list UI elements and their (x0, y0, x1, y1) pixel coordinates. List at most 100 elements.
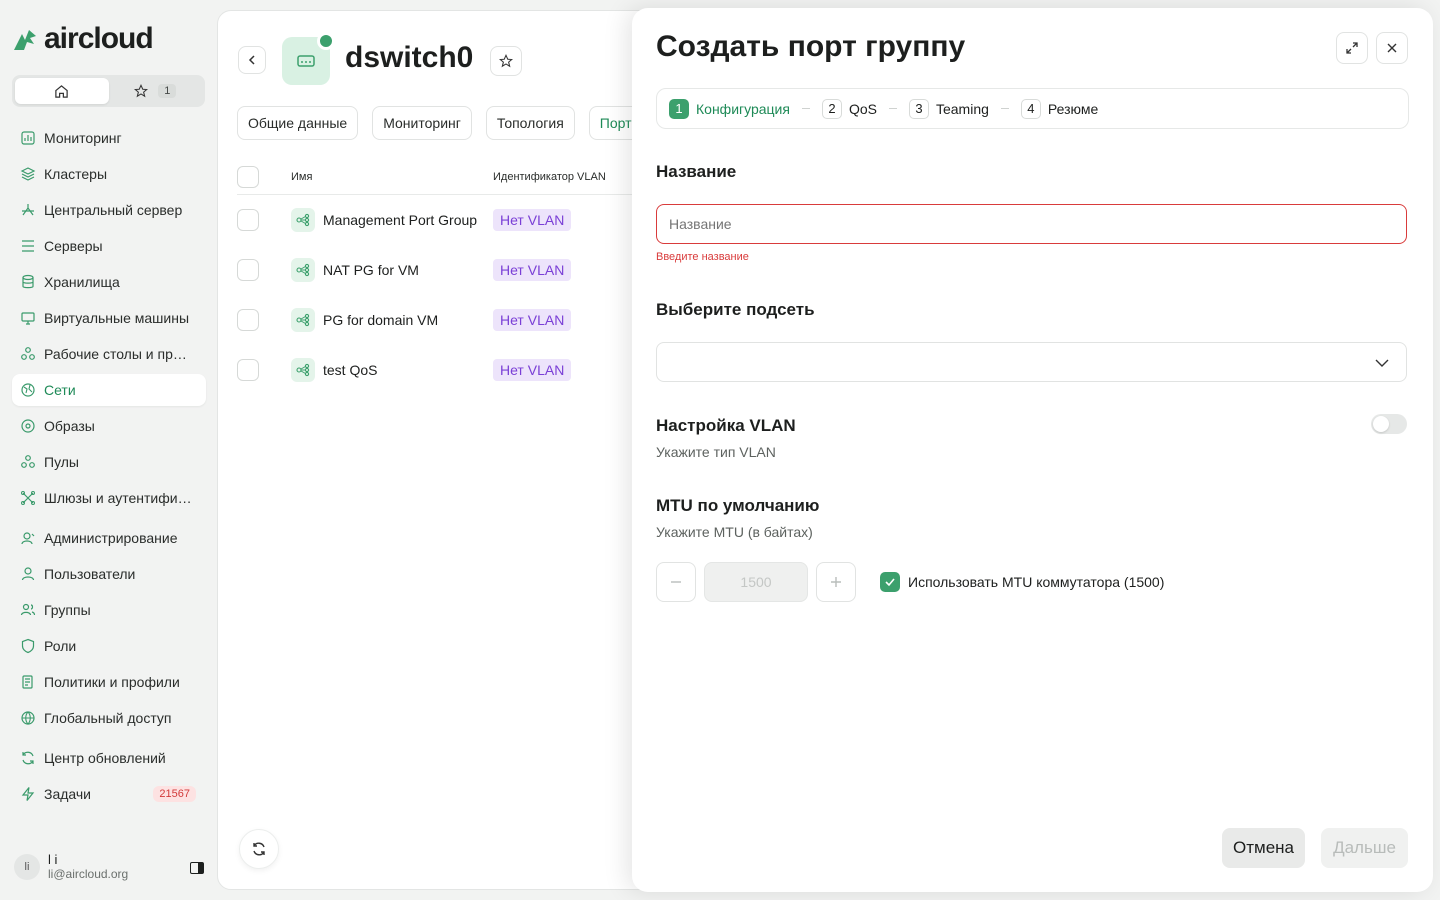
sidebar-item-2[interactable]: Центральный сервер (12, 194, 206, 226)
tab-monitoring[interactable]: Мониторинг (372, 106, 472, 140)
sidebar-item-13[interactable]: Группы (12, 594, 206, 626)
row-checkbox[interactable] (237, 209, 259, 231)
port-group-name[interactable]: Management Port Group (323, 212, 493, 228)
step-number: 1 (669, 98, 689, 119)
chevron-down-icon (1375, 359, 1389, 367)
globe-icon (21, 711, 35, 725)
toggle-knob (1373, 416, 1389, 432)
chart-icon (21, 131, 35, 145)
sidebar-item-8[interactable]: Образы (12, 410, 206, 442)
sidebar-item-label: Политики и профили (44, 674, 180, 690)
sidebar-item-12[interactable]: Пользователи (12, 558, 206, 590)
step-separator (1000, 108, 1009, 109)
refresh-button[interactable] (239, 829, 279, 869)
star-icon (499, 54, 513, 68)
row-checkbox[interactable] (237, 359, 259, 381)
sidebar-item-label: Шлюзы и аутентифика... (44, 490, 194, 506)
brand-name: aircloud (44, 22, 154, 55)
shield-icon (21, 638, 35, 654)
sidebar-item-9[interactable]: Пулы (12, 446, 206, 478)
sidebar-item-15[interactable]: Политики и профили (12, 666, 206, 698)
vlan-section-title: Настройка VLAN (656, 416, 796, 435)
mtu-section-subtitle: Укажите MTU (в байтах) (656, 524, 813, 540)
port-group-name[interactable]: NAT PG for VM (323, 262, 493, 278)
create-port-group-drawer: Создать порт группу 1 Конфигурация 2 QoS 3 Te… (632, 8, 1433, 892)
sidebar-item-label: Группы (44, 602, 91, 618)
column-header-name[interactable]: Имя (291, 171, 493, 183)
port-group-name[interactable]: PG for domain VM (323, 312, 493, 328)
sidebar-item-10[interactable]: Шлюзы и аутентифика... (12, 482, 206, 514)
use-switch-mtu-checkbox[interactable]: Использовать MTU коммутатора (1500) (880, 572, 1164, 592)
tab-general[interactable]: Общие данные (237, 106, 359, 140)
checkbox-checked[interactable] (880, 572, 900, 592)
server-icon (22, 240, 34, 252)
sidebar-item-14[interactable]: Роли (12, 630, 206, 662)
hierarchy-icon (22, 204, 34, 216)
network-icon (21, 383, 35, 397)
sidebar-item-17[interactable]: Центр обновлений (12, 742, 206, 774)
back-button[interactable] (238, 46, 266, 74)
vlan-toggle[interactable] (1371, 414, 1407, 434)
sidebar-item-label: Хранилища (44, 274, 120, 290)
select-all-checkbox[interactable] (237, 165, 259, 188)
name-input[interactable] (656, 204, 1407, 244)
page-tabs: Общие данные Мониторинг Топология Порт г (237, 106, 652, 140)
vlan-badge: Нет VLAN (493, 309, 572, 331)
row-checkbox[interactable] (237, 309, 259, 331)
mtu-decrement-button[interactable] (656, 562, 696, 602)
disc-icon (21, 419, 35, 433)
close-icon (1387, 43, 1397, 53)
user-profile[interactable]: li l i li@aircloud.org (14, 852, 204, 881)
logo[interactable]: aircloud (10, 22, 154, 56)
next-button[interactable]: Дальше (1321, 828, 1408, 868)
sidebar-item-5[interactable]: Виртуальные машины (12, 302, 206, 334)
step-number: 4 (1020, 98, 1041, 119)
sidebar-item-label: Пулы (44, 454, 79, 470)
step-4[interactable]: 4 Резюме (1020, 98, 1099, 119)
sidebar-toggle-icon[interactable] (190, 862, 204, 874)
step-label: Резюме (1047, 100, 1099, 117)
column-header-vlan[interactable]: Идентификатор VLAN (493, 171, 606, 183)
step-label: Конфигурация (696, 100, 790, 117)
tab-topology[interactable]: Топология (485, 106, 575, 140)
sidebar-item-6[interactable]: Рабочие столы и прил... (12, 338, 206, 370)
admin-icon (21, 532, 35, 545)
sidebar-item-18[interactable]: Задачи 21567 (12, 778, 206, 810)
vlan-badge: Нет VLAN (493, 359, 572, 381)
sidebar-item-11[interactable]: Администрирование (12, 522, 206, 554)
sidebar-item-0[interactable]: Мониторинг (12, 122, 206, 154)
plus-icon (831, 577, 841, 587)
sidebar-item-4[interactable]: Хранилища (12, 266, 206, 298)
step-2[interactable]: 2 QoS (821, 98, 877, 119)
port-group-name[interactable]: test QoS (323, 362, 493, 378)
favorite-button[interactable] (490, 46, 522, 76)
mtu-input[interactable]: 1500 (704, 562, 808, 602)
sidebar-item-3[interactable]: Серверы (12, 230, 206, 262)
step-number: 2 (821, 98, 842, 119)
gateway-icon (21, 491, 35, 505)
sidebar-item-1[interactable]: Кластеры (12, 158, 206, 190)
chevron-left-icon (248, 55, 255, 65)
refresh-icon (253, 842, 265, 856)
expand-button[interactable] (1336, 32, 1368, 64)
row-checkbox[interactable] (237, 259, 259, 281)
name-section-title: Название (656, 162, 737, 181)
step-label: QoS (848, 100, 877, 117)
step-1[interactable]: 1 Конфигурация (669, 98, 790, 119)
home-tab[interactable] (15, 78, 109, 104)
mtu-increment-button[interactable] (816, 562, 856, 602)
subnet-select[interactable] (656, 342, 1407, 382)
close-button[interactable] (1376, 32, 1408, 64)
sidebar-item-16[interactable]: Глобальный доступ (12, 702, 206, 734)
sidebar-item-label: Серверы (44, 238, 103, 254)
sidebar-item-label: Роли (44, 638, 77, 654)
step-3[interactable]: 3 Teaming (908, 98, 989, 119)
subnet-section-title: Выберите подсеть (656, 300, 815, 319)
sidebar-item-7[interactable]: Сети (12, 374, 206, 406)
port-group-icon (291, 258, 315, 282)
cancel-button[interactable]: Отмена (1222, 828, 1305, 868)
sidebar-nav: Мониторинг Кластеры Центральный сервер Серв… (12, 122, 206, 814)
port-group-icon (291, 308, 315, 332)
favorites-tab[interactable]: 1 (109, 78, 203, 104)
bolt-icon (21, 787, 35, 801)
